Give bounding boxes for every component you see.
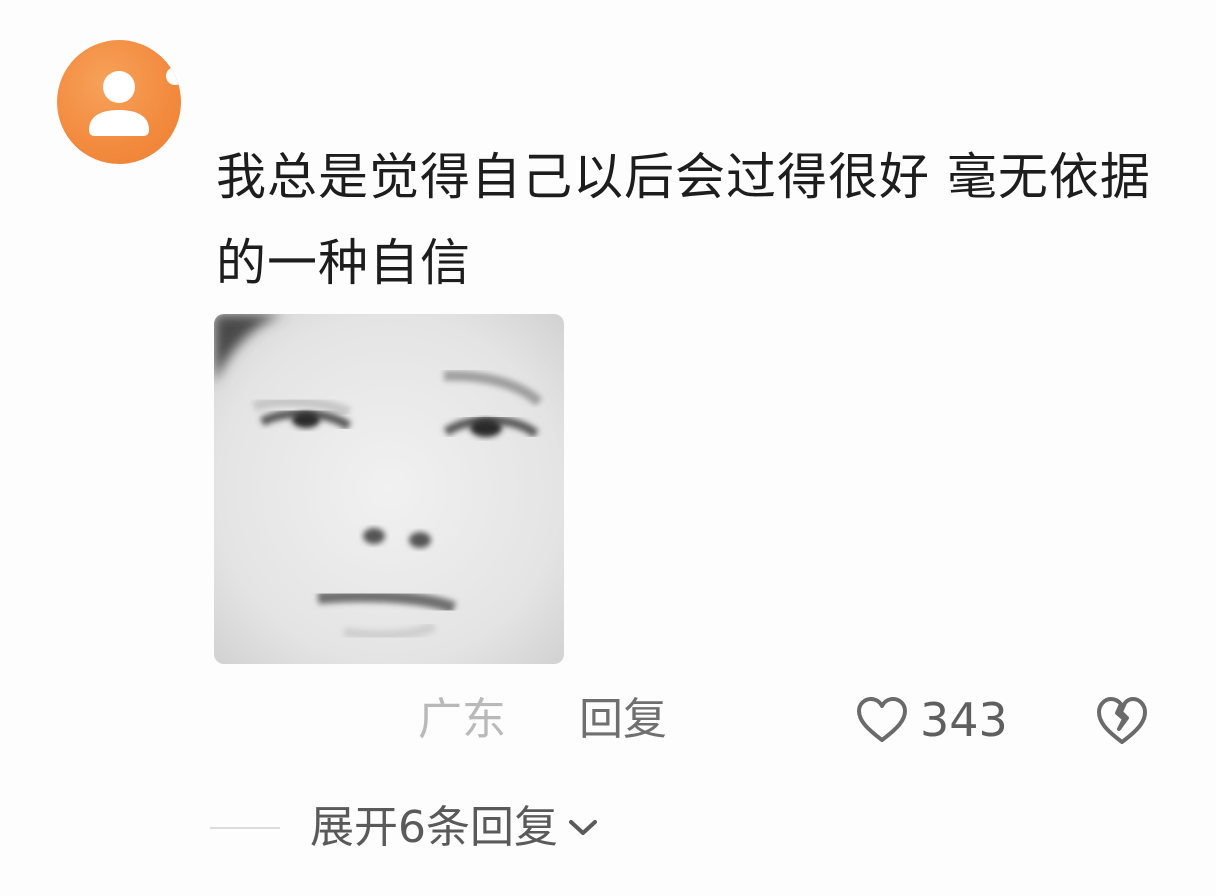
comment-item: 我总是觉得自己以后会过得很好 毫无依据的一种自信 广东 回复 343 展开6条回… xyxy=(0,0,1216,896)
user-avatar[interactable] xyxy=(57,40,181,164)
comment-sticker-image[interactable] xyxy=(214,314,564,664)
dislike-button[interactable] xyxy=(1094,692,1150,748)
comment-text: 我总是觉得自己以后会过得很好 毫无依据的一种自信 xyxy=(216,148,1151,292)
user-silhouette-icon xyxy=(89,67,181,136)
expand-replies-label: 展开6条回复 xyxy=(310,802,558,853)
heart-outline-icon xyxy=(857,697,907,742)
broken-heart-icon xyxy=(1097,697,1147,744)
divider-line xyxy=(210,827,280,829)
face-sticker-graphic xyxy=(214,314,564,664)
reply-button[interactable]: 回复 xyxy=(579,690,667,750)
like-count: 343 xyxy=(920,693,1008,747)
comment-location: 广东 xyxy=(418,694,506,745)
chevron-down-icon xyxy=(569,820,597,835)
expand-replies-button[interactable]: 展开6条回复 xyxy=(210,798,600,858)
like-button[interactable]: 343 xyxy=(856,690,1008,750)
